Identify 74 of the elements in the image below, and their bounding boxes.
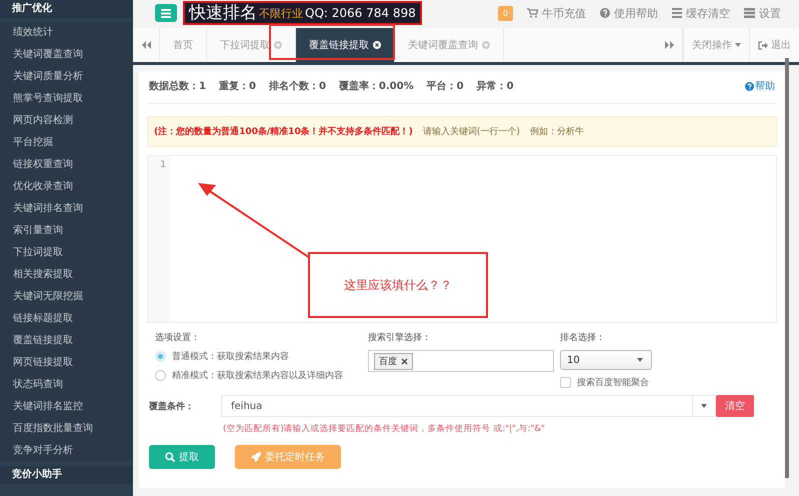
sidebar-item[interactable]: 链接权重查询 — [0, 154, 133, 176]
stat-label: 异常：0 — [476, 80, 514, 93]
keyword-editor[interactable]: 1 这里应该填什么？？ — [147, 155, 777, 323]
engine-select[interactable]: 百度 — [368, 350, 554, 372]
sidebar-group-header[interactable]: 推广优化 — [0, 0, 133, 18]
bars-icon — [744, 8, 755, 18]
sidebar-item[interactable]: 覆盖链接提取 — [0, 330, 133, 352]
sidebar-group-header[interactable]: 竞价小助手 — [0, 466, 133, 484]
options-title: 选项设置： — [155, 332, 201, 344]
radio-button[interactable] — [155, 370, 166, 381]
sidebar-item[interactable]: 优化收录查询 — [0, 176, 133, 198]
line-number: 1 — [160, 160, 166, 170]
sidebar-item[interactable]: 关键词排名查询 — [0, 198, 133, 220]
list-icon — [672, 8, 682, 18]
sidebar-item[interactable]: 绩效统计 — [0, 22, 133, 44]
caret-icon — [701, 404, 707, 408]
notice-example: 例如：分析牛 — [530, 126, 584, 138]
stat-label: 平台：0 — [426, 80, 464, 93]
sidebar-item[interactable]: 网页内容检测 — [0, 110, 133, 132]
cart-icon — [527, 8, 538, 18]
notice-hint: 请输入关键词(一行一个) — [422, 126, 520, 138]
stat-label: 排名个数：0 — [268, 80, 326, 93]
menu-icon — [161, 8, 171, 18]
close-icon — [482, 41, 490, 49]
remove-icon — [401, 358, 408, 364]
checkbox[interactable] — [560, 377, 571, 388]
sidebar-item[interactable]: 相关搜索提取 — [0, 264, 133, 286]
sidebar-item[interactable]: 竞争对手分析 — [0, 440, 133, 462]
double-right-arrow-icon — [664, 41, 674, 49]
stat-label: 重复：0 — [218, 80, 256, 93]
logo-title: 快速排名 — [189, 3, 257, 23]
mode-radio[interactable]: 普通模式：获取搜索结果内容 — [155, 350, 368, 363]
engine-title: 搜索引擎选择： — [368, 332, 432, 344]
engine-tag[interactable]: 百度 — [374, 352, 413, 370]
menu-button[interactable] — [155, 4, 177, 22]
ranking-select[interactable]: 10 — [560, 350, 652, 370]
scrollbar[interactable] — [785, 58, 789, 478]
stat-label: 覆盖率：0.00% — [338, 79, 414, 93]
sidebar-item[interactable]: 下拉词提取 — [0, 242, 133, 264]
close-icon — [274, 41, 282, 49]
mode-radio[interactable]: 精准模式：获取搜索结果内容以及详细内容 — [155, 369, 368, 382]
condition-hint: (空为匹配所有)请输入或选择要匹配的条件关键词，多条件使用符号 或:"|",与:"&" — [223, 423, 546, 435]
radio-button[interactable] — [155, 351, 166, 362]
caret-icon — [637, 358, 643, 362]
caret-icon — [735, 43, 741, 47]
rocket-icon — [251, 452, 261, 462]
ranking-title: 排名选择： — [560, 332, 606, 344]
sidebar-item[interactable]: 状态码查询 — [0, 374, 133, 396]
sidebar-item[interactable]: 平台挖掘 — [0, 132, 133, 154]
condition-label: 覆盖条件： — [148, 400, 195, 412]
close-icon — [373, 41, 381, 49]
sidebar-item[interactable]: 百度指数批量查询 — [0, 418, 133, 440]
tab[interactable]: 覆盖链接提取 — [296, 28, 395, 62]
sidebar-item[interactable]: 关键词质量分析 — [0, 66, 133, 88]
search-icon — [165, 452, 175, 462]
sidebar-item[interactable]: 索引量查询 — [0, 220, 133, 242]
notice-warning: (注：您的数量为普通100条/精准10条！并不支持多条件匹配！) — [154, 125, 413, 138]
aggregate-option[interactable]: 搜索百度智能聚合 — [560, 376, 777, 389]
sidebar-item[interactable]: 关键词覆盖查询 — [0, 44, 133, 66]
condition-input[interactable]: feihua — [221, 395, 693, 417]
double-left-arrow-icon — [142, 41, 150, 49]
logo-tag: 不限行业 — [259, 6, 303, 20]
sidebar-item[interactable]: 链接标题提取 — [0, 308, 133, 330]
logout-icon — [758, 40, 768, 50]
sidebar-item[interactable]: 关键词排名监控 — [0, 396, 133, 418]
help-icon — [745, 82, 754, 90]
help-icon — [600, 8, 610, 18]
annotation-text: 这里应该填什么？？ — [344, 276, 452, 294]
stat-label: 数据总数：1 — [149, 80, 206, 93]
sidebar-item[interactable]: 关键词无限挖掘 — [0, 286, 133, 308]
sidebar-item[interactable]: 网页链接提取 — [0, 352, 133, 374]
logo-qq: QQ: 2066 784 898 — [305, 6, 416, 20]
sidebar-item[interactable]: 熊掌号查询提取 — [0, 88, 133, 110]
help-link[interactable]: 帮助 — [745, 79, 775, 93]
